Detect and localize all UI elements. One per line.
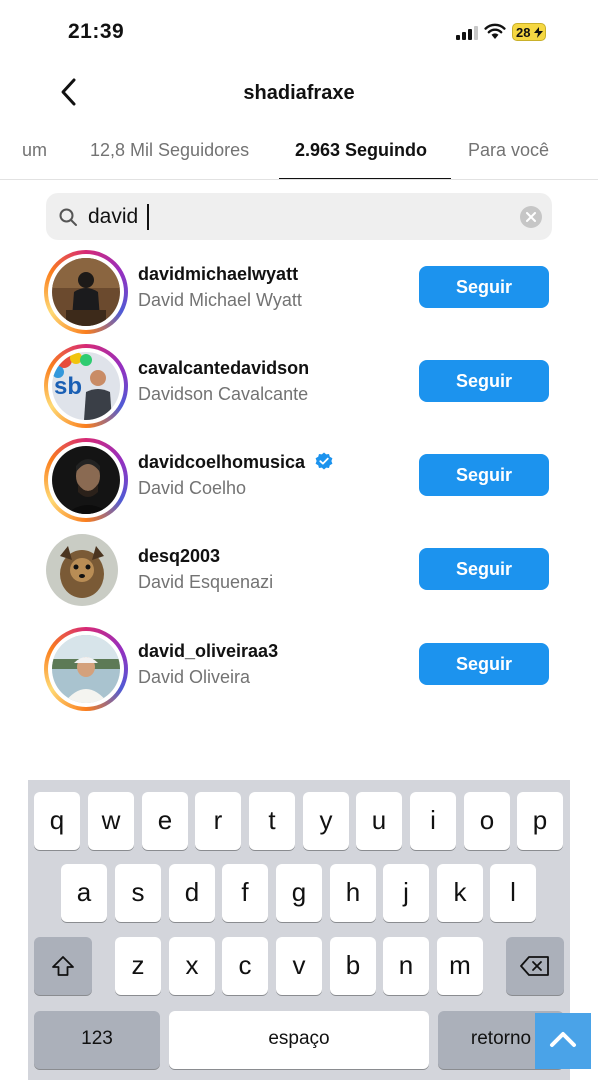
clear-icon[interactable] — [520, 206, 542, 228]
list-item[interactable]: davidcoelhomusica David Coelho Seguir — [0, 432, 598, 526]
key-h[interactable]: h — [330, 864, 376, 922]
username[interactable]: davidcoelhomusica — [138, 452, 333, 473]
battery-level: 28 — [516, 25, 531, 40]
key-p[interactable]: p — [517, 792, 563, 850]
status-time: 21:39 — [68, 20, 125, 43]
username[interactable]: cavalcantedavidson — [138, 358, 309, 379]
key-t[interactable]: t — [249, 792, 295, 850]
username[interactable]: david_oliveiraa3 — [138, 641, 278, 662]
key-q[interactable]: q — [34, 792, 80, 850]
key-g[interactable]: g — [276, 864, 322, 922]
shift-icon — [52, 956, 74, 976]
key-k[interactable]: k — [437, 864, 483, 922]
backspace-icon — [520, 956, 549, 976]
key-n[interactable]: n — [383, 937, 429, 995]
username[interactable]: davidmichaelwyatt — [138, 264, 298, 285]
key-i[interactable]: i — [410, 792, 456, 850]
story-ring[interactable]: sb — [44, 344, 128, 428]
full-name: David Coelho — [138, 478, 247, 498]
key-y[interactable]: y — [303, 792, 349, 850]
follow-button[interactable]: Seguir — [419, 454, 549, 496]
wifi-icon — [484, 23, 506, 39]
key-v[interactable]: v — [276, 937, 322, 995]
username[interactable]: desq2003 — [138, 546, 220, 567]
key-c[interactable]: c — [222, 937, 268, 995]
full-name: David Michael Wyatt — [138, 290, 302, 310]
profile-header: shadiafraxe — [0, 62, 598, 124]
on-screen-keyboard: q w e r t y u i o p a s d f g h j k l z … — [28, 780, 570, 1080]
shift-key[interactable] — [34, 937, 92, 995]
key-s[interactable]: s — [115, 864, 161, 922]
key-a[interactable]: a — [61, 864, 107, 922]
svg-text:sb: sb — [54, 373, 82, 400]
follow-tabs: um 12,8 Mil Seguidores 2.963 Seguindo Pa… — [0, 124, 598, 180]
search-icon — [59, 208, 77, 226]
avatar — [46, 534, 118, 606]
tab-following[interactable]: 2.963 Seguindo — [295, 140, 427, 161]
full-name: David Oliveira — [138, 667, 251, 687]
key-x[interactable]: x — [169, 937, 215, 995]
chevron-up-icon — [550, 1032, 576, 1047]
list-item[interactable]: davidmichaelwyatt David Michael Wyatt Se… — [0, 244, 598, 338]
key-e[interactable]: e — [142, 792, 188, 850]
tab-followers[interactable]: 12,8 Mil Seguidores — [90, 140, 249, 161]
status-bar: 21:39 28 — [0, 0, 598, 62]
follow-button[interactable]: Seguir — [419, 643, 549, 685]
list-item[interactable]: desq2003 David Esquenazi Seguir — [0, 526, 598, 620]
avatar — [52, 258, 120, 326]
username-text: davidcoelhomusica — [138, 452, 306, 472]
scroll-to-top-button[interactable] — [535, 1013, 591, 1069]
cellular-signal-icon — [456, 26, 478, 40]
active-tab-indicator — [279, 178, 451, 179]
key-f[interactable]: f — [222, 864, 268, 922]
follow-button[interactable]: Seguir — [419, 266, 549, 308]
backspace-key[interactable] — [506, 937, 564, 995]
text-cursor — [147, 204, 149, 230]
story-ring[interactable] — [44, 438, 128, 522]
avatar-frame[interactable] — [44, 532, 128, 616]
key-b[interactable]: b — [330, 937, 376, 995]
list-item[interactable]: david_oliveiraa3 David Oliveira Seguir — [0, 621, 598, 715]
key-d[interactable]: d — [169, 864, 215, 922]
story-ring[interactable] — [44, 627, 128, 711]
key-m[interactable]: m — [437, 937, 483, 995]
avatar: sb — [52, 352, 120, 420]
search-bar[interactable] — [46, 193, 552, 240]
tab-partial[interactable]: um — [22, 140, 47, 161]
key-r[interactable]: r — [195, 792, 241, 850]
list-item[interactable]: sb cavalcantedavidson Davidson Cavalcant… — [0, 338, 598, 432]
key-u[interactable]: u — [356, 792, 402, 850]
space-key[interactable]: espaço — [169, 1011, 429, 1069]
battery-indicator: 28 — [512, 23, 546, 41]
follow-button[interactable]: Seguir — [419, 548, 549, 590]
verified-icon — [315, 452, 333, 470]
key-j[interactable]: j — [383, 864, 429, 922]
full-name: Davidson Cavalcante — [138, 384, 309, 404]
follow-button[interactable]: Seguir — [419, 360, 549, 402]
charging-bolt-icon — [534, 27, 543, 38]
page-title: shadiafraxe — [243, 82, 355, 104]
key-o[interactable]: o — [464, 792, 510, 850]
story-ring[interactable] — [44, 250, 128, 334]
key-l[interactable]: l — [490, 864, 536, 922]
key-z[interactable]: z — [115, 937, 161, 995]
tab-for-you[interactable]: Para você — [468, 140, 549, 161]
avatar — [52, 635, 120, 703]
key-w[interactable]: w — [88, 792, 134, 850]
full-name: David Esquenazi — [138, 572, 274, 592]
avatar — [52, 446, 120, 514]
numbers-key[interactable]: 123 — [34, 1011, 160, 1069]
